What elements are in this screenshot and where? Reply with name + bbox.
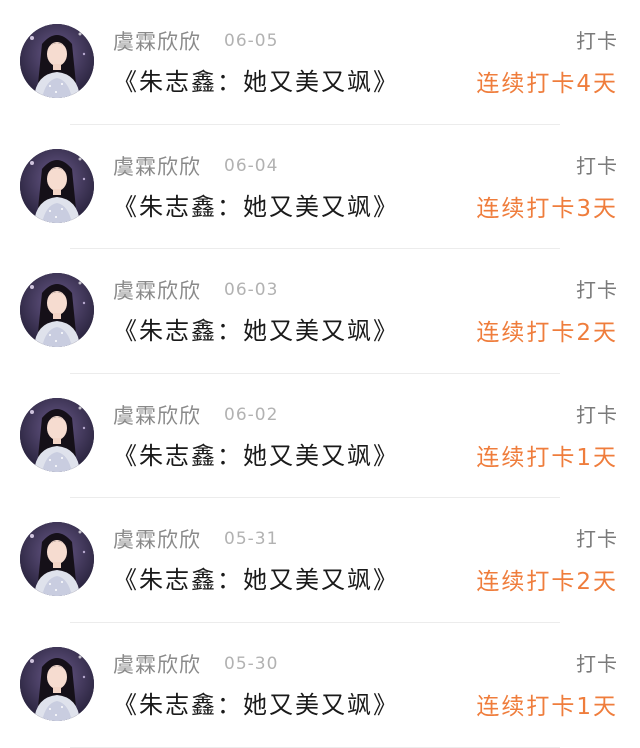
avatar[interactable] — [20, 273, 94, 348]
username[interactable]: 虞霖欣欣 — [113, 26, 201, 56]
book-title[interactable]: 《朱志鑫：她又美又飒》 — [113, 311, 399, 346]
checkin-date: 06-05 — [224, 31, 279, 51]
checkin-action-label: 打卡 — [576, 651, 618, 676]
streak-count: 连续打卡1天 — [476, 693, 618, 720]
streak-count: 连续打卡4天 — [476, 71, 618, 97]
avatar-photo-icon — [20, 397, 94, 472]
streak-count: 连续打卡1天 — [476, 444, 618, 471]
username[interactable]: 虞霖欣欣 — [113, 400, 201, 430]
checkin-action-label: 打卡 — [576, 29, 618, 53]
streak-count: 连续打卡2天 — [476, 569, 618, 596]
book-title[interactable]: 《朱志鑫：她又美又飒》 — [113, 685, 399, 720]
checkin-entry[interactable]: 虞霖欣欣 06-04 打卡 《朱志鑫：她又美又飒》 连续打卡3天 — [0, 125, 640, 250]
avatar[interactable] — [20, 397, 94, 472]
checkin-date: 06-02 — [224, 404, 279, 425]
checkin-feed: 虞霖欣欣 06-05 打卡 《朱志鑫：她又美又飒》 连续打卡4天 虞霖欣欣 06… — [0, 0, 640, 748]
streak-count: 连续打卡3天 — [476, 195, 618, 222]
checkin-action-label: 打卡 — [576, 278, 618, 303]
username[interactable]: 虞霖欣欣 — [113, 649, 201, 679]
book-title[interactable]: 《朱志鑫：她又美又飒》 — [113, 560, 399, 595]
checkin-date: 06-04 — [224, 155, 279, 176]
checkin-entry[interactable]: 虞霖欣欣 06-02 打卡 《朱志鑫：她又美又飒》 连续打卡1天 — [0, 374, 640, 499]
avatar[interactable] — [20, 646, 94, 721]
checkin-entry[interactable]: 虞霖欣欣 05-31 打卡 《朱志鑫：她又美又飒》 连续打卡2天 — [0, 498, 640, 623]
avatar[interactable] — [20, 148, 94, 223]
checkin-date: 06-03 — [224, 280, 279, 301]
avatar[interactable] — [20, 522, 94, 597]
avatar-photo-icon — [20, 646, 94, 721]
avatar-photo-icon — [20, 24, 94, 98]
checkin-date: 05-31 — [224, 529, 279, 550]
username[interactable]: 虞霖欣欣 — [113, 524, 201, 554]
username[interactable]: 虞霖欣欣 — [113, 275, 201, 305]
divider — [70, 746, 560, 748]
username[interactable]: 虞霖欣欣 — [113, 151, 201, 181]
checkin-entry[interactable]: 虞霖欣欣 06-03 打卡 《朱志鑫：她又美又飒》 连续打卡2天 — [0, 249, 640, 374]
checkin-action-label: 打卡 — [576, 402, 618, 427]
avatar-photo-icon — [20, 148, 94, 223]
checkin-action-label: 打卡 — [576, 153, 618, 178]
book-title[interactable]: 《朱志鑫：她又美又飒》 — [113, 62, 399, 97]
checkin-date: 05-30 — [224, 653, 279, 674]
checkin-entry[interactable]: 虞霖欣欣 06-05 打卡 《朱志鑫：她又美又飒》 连续打卡4天 — [0, 0, 640, 125]
checkin-action-label: 打卡 — [576, 527, 618, 552]
checkin-entry[interactable]: 虞霖欣欣 05-30 打卡 《朱志鑫：她又美又飒》 连续打卡1天 — [0, 623, 640, 748]
avatar-photo-icon — [20, 522, 94, 597]
book-title[interactable]: 《朱志鑫：她又美又飒》 — [113, 436, 399, 471]
avatar[interactable] — [20, 24, 94, 98]
streak-count: 连续打卡2天 — [476, 320, 618, 347]
avatar-photo-icon — [20, 273, 94, 348]
book-title[interactable]: 《朱志鑫：她又美又飒》 — [113, 187, 399, 222]
